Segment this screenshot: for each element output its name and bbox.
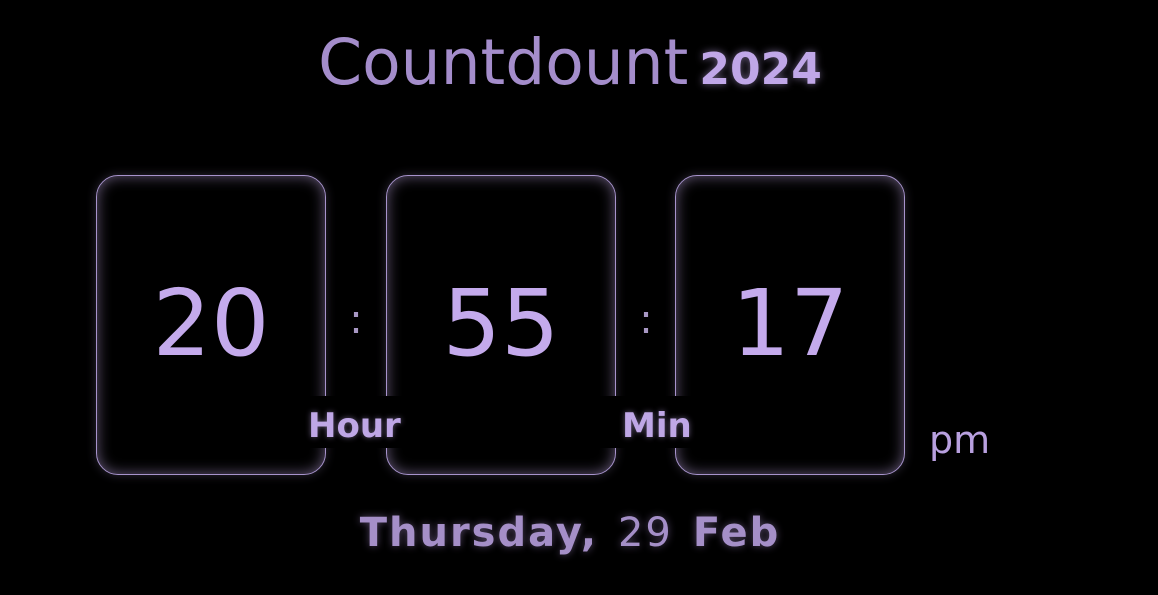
minutes-card: 55 — [386, 175, 616, 475]
minute-label: Min — [600, 396, 696, 448]
separator-minutes-seconds: : — [639, 297, 653, 343]
hours-card: 20 — [96, 175, 326, 475]
date-month: Feb — [692, 510, 781, 556]
minutes-value: 55 — [442, 270, 560, 377]
seconds-card: 17 — [675, 175, 905, 475]
hour-label: Hour — [300, 396, 404, 448]
current-date: Thursday, 29 Feb — [0, 510, 1140, 556]
meridiem-indicator: pm — [929, 418, 991, 462]
seconds-value: 17 — [731, 270, 849, 377]
page-title: Countdount 2024 — [0, 26, 1140, 99]
title-year: 2024 — [699, 44, 822, 95]
date-day: 29 — [617, 510, 673, 556]
separator-hours-minutes: : — [349, 297, 363, 343]
hours-value: 20 — [152, 270, 270, 377]
date-weekday: Thursday, — [359, 510, 599, 556]
title-text: Countdount — [318, 26, 689, 99]
